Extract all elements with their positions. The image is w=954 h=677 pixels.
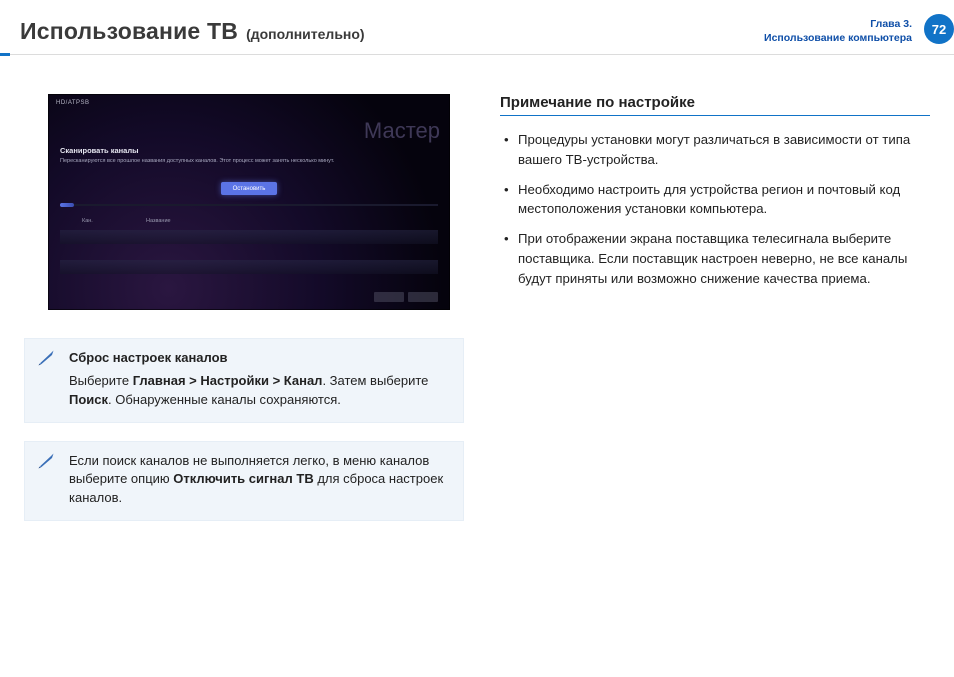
note-icon xyxy=(37,452,55,470)
shot-stop-button: Остановить xyxy=(221,182,277,195)
shot-scan-desc: Пересканируются все прошлое названия дос… xyxy=(60,158,334,164)
list-item: При отображении экрана поставщика телеси… xyxy=(500,229,930,288)
right-column: Примечание по настройке Процедуры устано… xyxy=(500,94,930,539)
page-title: Использование ТВ xyxy=(20,18,238,45)
shot-ghost-title: Мастер xyxy=(364,118,440,144)
shot-topbar: HD/ATPSB xyxy=(56,100,90,106)
note-title: Сброс настроек каналов xyxy=(69,349,449,368)
note-icon xyxy=(37,349,55,367)
shot-footer-button xyxy=(408,292,438,302)
section-rule xyxy=(500,115,930,116)
shot-progress-bar xyxy=(60,204,438,206)
shot-row xyxy=(60,230,438,244)
shot-footer-button xyxy=(374,292,404,302)
section-title: Примечание по настройке xyxy=(500,94,930,111)
chapter-line1: Глава 3. xyxy=(764,17,912,31)
shot-row xyxy=(60,260,438,274)
note-box: Если поиск каналов не выполняется легко,… xyxy=(24,441,464,522)
shot-scan-title: Сканировать каналы xyxy=(60,146,139,155)
header-meta: Глава 3. Использование компьютера 72 xyxy=(694,0,954,46)
page-number: 72 xyxy=(932,22,946,37)
left-column: HD/ATPSB Мастер Сканировать каналы Перес… xyxy=(24,94,464,539)
shot-col-name: Название xyxy=(146,218,171,224)
shot-col-channel: Кан. xyxy=(82,218,93,224)
note-body: Выберите Главная > Настройки > Канал. За… xyxy=(69,372,449,410)
page-subtitle: (дополнительно) xyxy=(246,26,365,42)
chapter-line2: Использование компьютера xyxy=(764,31,912,45)
body-columns: HD/ATPSB Мастер Сканировать каналы Перес… xyxy=(0,68,954,539)
header-rule xyxy=(0,54,954,55)
chapter-label: Глава 3. Использование компьютера xyxy=(764,17,912,45)
page-number-badge: 72 xyxy=(924,14,954,44)
note-box: Сброс настроек каналов Выберите Главная … xyxy=(24,338,464,423)
bullet-list: Процедуры установки могут различаться в … xyxy=(500,130,930,289)
page-root: Использование ТВ (дополнительно) Глава 3… xyxy=(0,0,954,677)
list-item: Необходимо настроить для устройства реги… xyxy=(500,180,930,220)
page-header: Использование ТВ (дополнительно) Глава 3… xyxy=(0,0,954,68)
tv-wizard-screenshot: HD/ATPSB Мастер Сканировать каналы Перес… xyxy=(48,94,450,310)
list-item: Процедуры установки могут различаться в … xyxy=(500,130,930,170)
note-body: Если поиск каналов не выполняется легко,… xyxy=(69,452,449,509)
